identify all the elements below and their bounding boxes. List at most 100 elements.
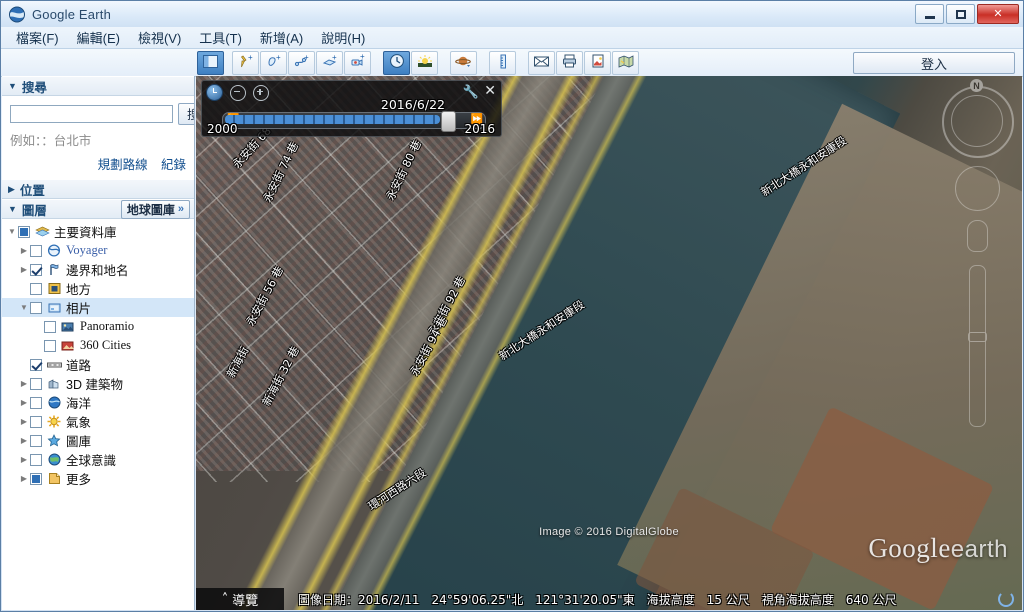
twisty-closed-icon[interactable]: ▶: [18, 436, 30, 445]
sidebar-item-global-awareness[interactable]: ▶ 全球意識: [2, 450, 194, 469]
zoom-slider-handle[interactable]: [968, 332, 987, 342]
sidebar-item-label: 邊界和地名: [66, 264, 129, 278]
roads-icon: [46, 358, 62, 372]
earth-gallery-button[interactable]: 地球圖庫 »: [120, 199, 190, 219]
checkbox-global-awareness[interactable]: [30, 453, 42, 466]
sidebar-item-more[interactable]: ▶ 更多: [2, 469, 194, 488]
checkbox-weather[interactable]: [30, 415, 42, 428]
add-placemark-button[interactable]: +: [232, 50, 259, 75]
longitude-readout: 121°31'20.05"東: [535, 592, 635, 607]
checkbox-voyager[interactable]: [30, 244, 42, 257]
checkbox-ocean[interactable]: [30, 396, 42, 409]
wrench-icon[interactable]: 🔧: [463, 84, 479, 100]
twisty-closed-icon[interactable]: ▶: [18, 379, 30, 388]
search-button[interactable]: 搜尋: [178, 103, 194, 125]
twisty-closed-icon[interactable]: ▶: [18, 246, 30, 255]
menu-item-help[interactable]: 說明(H): [312, 26, 374, 49]
checkbox-primary-database[interactable]: [18, 225, 30, 238]
print-button[interactable]: [556, 50, 583, 75]
checkbox-places[interactable]: [30, 282, 42, 295]
tour-panel-toggle[interactable]: ˄ 導覽: [196, 588, 284, 610]
menu-item-tools[interactable]: 工具(T): [190, 26, 251, 49]
ruler-button[interactable]: [489, 50, 516, 75]
ocean-globe-icon: [46, 396, 62, 410]
sidebar-item-photos[interactable]: ▼ 相片: [2, 298, 194, 317]
sidebar-item-gallery[interactable]: ▶ 圖庫: [2, 431, 194, 450]
menu-item-add[interactable]: 新增(A): [251, 26, 312, 49]
checkbox-3d-buildings[interactable]: [30, 377, 42, 390]
eye-altitude-label: 視角海拔高度: [761, 592, 834, 607]
sidebar-item-360-cities[interactable]: 360 Cities: [2, 336, 194, 355]
sidebar-item-panoramio[interactable]: Panoramio: [2, 317, 194, 336]
maximize-button[interactable]: [946, 4, 975, 24]
checkbox-gallery[interactable]: [30, 434, 42, 447]
menu-item-view[interactable]: 檢視(V): [129, 26, 190, 49]
sidebar-item-voyager[interactable]: ▶ Voyager: [2, 241, 194, 260]
time-slider-track[interactable]: ⏪ ⏩: [222, 111, 486, 132]
view-in-maps-button[interactable]: [612, 50, 639, 75]
history-link[interactable]: 紀錄: [161, 158, 186, 172]
search-input[interactable]: [10, 105, 173, 123]
email-button[interactable]: [528, 50, 555, 75]
twisty-closed-icon[interactable]: ▶: [18, 455, 30, 464]
checkbox-more[interactable]: [30, 472, 42, 485]
get-directions-link[interactable]: 規劃路線: [98, 158, 148, 172]
zoom-slider[interactable]: [969, 265, 986, 427]
search-panel-header[interactable]: ▼ 搜尋: [2, 76, 194, 96]
close-button[interactable]: ✕: [977, 4, 1019, 24]
time-slider-range-start: 2000: [207, 122, 238, 136]
historical-imagery-time-slider[interactable]: 🔧 ✕ 2016/6/22 ⏪ ⏩ 2000 2016: [201, 80, 502, 137]
sidebar-item-3d-buildings[interactable]: ▶ 3D 建築物: [2, 374, 194, 393]
time-slider-handle[interactable]: [441, 111, 456, 132]
status-bar: ˄ 導覽 圖像日期：2016/2/11 24°59'06.25"北 121°31…: [196, 588, 1022, 610]
compass-inner-ring[interactable]: [951, 95, 1003, 147]
sunlight-button[interactable]: [411, 50, 438, 75]
login-button[interactable]: 登入: [853, 52, 1015, 74]
navigation-controls[interactable]: N: [938, 79, 1014, 480]
twisty-closed-icon[interactable]: ▶: [18, 417, 30, 426]
add-polygon-button[interactable]: +: [260, 50, 287, 75]
checkbox-photos[interactable]: [30, 301, 42, 314]
sidebar-item-label: 地方: [66, 283, 92, 297]
toggle-sidebar-button[interactable]: [197, 50, 224, 75]
sidebar-item-borders-and-labels[interactable]: ▶ 邊界和地名: [2, 260, 194, 279]
sidebar-item-label: 全球意識: [66, 454, 117, 468]
close-icon[interactable]: ✕: [484, 82, 496, 99]
tour-panel-label: 導覽: [232, 593, 259, 609]
street-view-pegman-icon[interactable]: [967, 220, 988, 252]
twisty-open-icon[interactable]: ▼: [6, 227, 18, 236]
status-readouts: 圖像日期：2016/2/11 24°59'06.25"北 121°31'20.0…: [284, 591, 896, 608]
twisty-closed-icon[interactable]: ▶: [18, 398, 30, 407]
record-tour-button[interactable]: +: [344, 50, 371, 75]
add-path-button[interactable]: +: [288, 50, 315, 75]
minimize-button[interactable]: [915, 4, 944, 24]
twisty-closed-icon[interactable]: ▶: [18, 474, 30, 483]
places-panel-header[interactable]: ▶ 位置: [2, 179, 194, 199]
sidebar-item-label: 氣象: [66, 416, 92, 430]
sidebar-item-places[interactable]: 地方: [2, 279, 194, 298]
menu-item-file[interactable]: 檔案(F): [7, 26, 68, 49]
twisty-open-icon[interactable]: ▼: [18, 303, 30, 312]
layers-panel-header[interactable]: ▼ 圖層 地球圖庫 »: [2, 199, 194, 219]
sidebar-item-primary-database[interactable]: ▼ 主要資料庫: [2, 222, 194, 241]
historical-imagery-button[interactable]: [383, 50, 410, 75]
sidebar-item-weather[interactable]: ▶ 氣象: [2, 412, 194, 431]
menu-item-edit[interactable]: 編輯(E): [68, 26, 129, 49]
checkbox-360-cities[interactable]: [44, 339, 56, 352]
envelope-icon: [533, 55, 550, 71]
time-slider-fill: [225, 115, 440, 124]
add-image-overlay-button[interactable]: +: [316, 50, 343, 75]
save-image-button[interactable]: [584, 50, 611, 75]
sidebar-item-ocean[interactable]: ▶ 海洋: [2, 393, 194, 412]
map-viewport[interactable]: 永安街 68 巷 永安街 74 巷 永安街 80 巷 永安街 56 巷 永安街 …: [196, 76, 1022, 610]
checkbox-panoramio[interactable]: [44, 320, 56, 333]
pan-ring[interactable]: [955, 166, 1000, 211]
zoom-out-icon[interactable]: [230, 84, 246, 101]
sidebar-item-roads[interactable]: 道路: [2, 355, 194, 374]
checkbox-roads[interactable]: [30, 358, 42, 371]
latitude-readout: 24°59'06.25"北: [431, 592, 524, 607]
switch-planet-button[interactable]: [450, 50, 477, 75]
twisty-closed-icon[interactable]: ▶: [18, 265, 30, 274]
checkbox-borders-and-labels[interactable]: [30, 263, 42, 276]
zoom-in-icon[interactable]: [253, 84, 269, 101]
